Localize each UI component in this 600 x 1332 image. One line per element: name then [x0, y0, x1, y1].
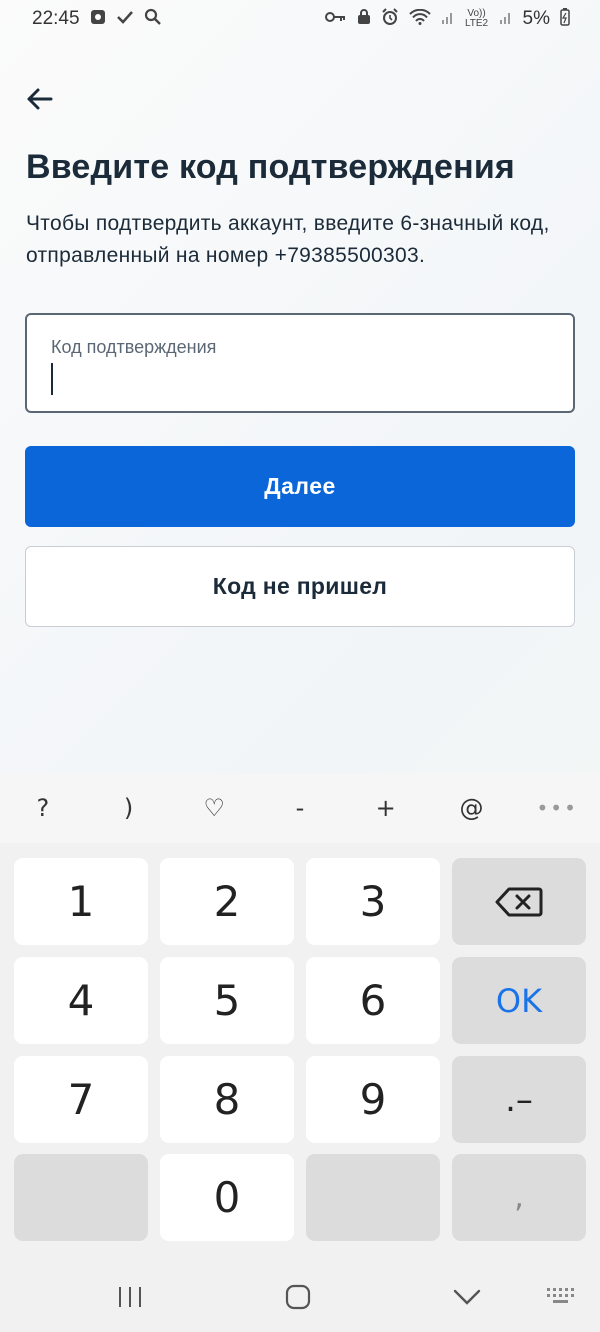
- symbol-key-heart[interactable]: ♡: [171, 773, 257, 843]
- signal-icon: [441, 9, 455, 29]
- symbol-key-plus[interactable]: +: [343, 773, 429, 843]
- key-0[interactable]: 0: [160, 1154, 294, 1241]
- notification-app-icon: [90, 9, 106, 30]
- key-5[interactable]: 5: [160, 957, 294, 1044]
- search-icon: [144, 8, 162, 31]
- page-subtitle: Чтобы подтвердить аккаунт, введите 6-зна…: [26, 212, 550, 267]
- key-9[interactable]: 9: [306, 1056, 440, 1143]
- ok-key[interactable]: OK: [452, 957, 586, 1044]
- next-button[interactable]: Далее: [25, 446, 575, 527]
- status-bar: 22:45 Vo)) LTE2 5%: [0, 0, 600, 38]
- key-1[interactable]: 1: [14, 858, 148, 945]
- system-nav-bar: [0, 1262, 600, 1332]
- dot-dash-key[interactable]: .–: [452, 1056, 586, 1143]
- network-label: Vo)) LTE2: [464, 8, 489, 29]
- status-time: 22:45: [32, 8, 80, 29]
- text-cursor: [51, 363, 53, 395]
- key-6[interactable]: 6: [306, 957, 440, 1044]
- code-not-received-button[interactable]: Код не пришел: [25, 546, 575, 627]
- keyboard-switch-icon[interactable]: [540, 1284, 584, 1310]
- key-icon: [324, 9, 347, 29]
- backspace-icon: [495, 887, 543, 916]
- battery-percent: 5%: [522, 8, 550, 29]
- verification-code-input[interactable]: Код подтверждения: [25, 313, 575, 413]
- symbol-key-question[interactable]: ?: [0, 773, 86, 843]
- check-icon: [116, 9, 134, 30]
- wifi-icon: [408, 8, 431, 30]
- key-2[interactable]: 2: [160, 858, 294, 945]
- status-right: Vo)) LTE2 5%: [324, 7, 570, 31]
- back-arrow-icon[interactable]: [24, 84, 58, 118]
- hide-keyboard-icon[interactable]: [442, 1282, 492, 1312]
- page-title: Введите код подтверждения: [26, 148, 515, 186]
- more-symbols-icon[interactable]: •••: [514, 773, 600, 843]
- backspace-key[interactable]: [452, 858, 586, 945]
- symbol-key-at[interactable]: @: [429, 773, 515, 843]
- battery-icon: [560, 7, 570, 31]
- key-4[interactable]: 4: [14, 957, 148, 1044]
- key-8[interactable]: 8: [160, 1056, 294, 1143]
- key-3[interactable]: 3: [306, 858, 440, 945]
- alarm-icon: [381, 7, 399, 31]
- empty-key-right: [306, 1154, 440, 1241]
- code-field-label: Код подтверждения: [51, 337, 217, 357]
- lock-icon: [357, 8, 371, 30]
- symbol-key-paren[interactable]: ): [86, 773, 172, 843]
- symbol-key-dash[interactable]: -: [257, 773, 343, 843]
- status-left: 22:45: [32, 8, 162, 31]
- home-icon[interactable]: [272, 1280, 324, 1314]
- empty-key-left: [14, 1154, 148, 1241]
- keyboard-symbol-row: ? ) ♡ - + @ •••: [0, 773, 600, 843]
- signal-icon: [499, 9, 513, 29]
- recent-apps-icon[interactable]: [105, 1282, 155, 1312]
- key-7[interactable]: 7: [14, 1056, 148, 1143]
- comma-key[interactable]: ,: [452, 1154, 586, 1241]
- numeric-keyboard: ? ) ♡ - + @ ••• 1 2 3 4 5 6 OK 7 8 9 .– …: [0, 773, 600, 1332]
